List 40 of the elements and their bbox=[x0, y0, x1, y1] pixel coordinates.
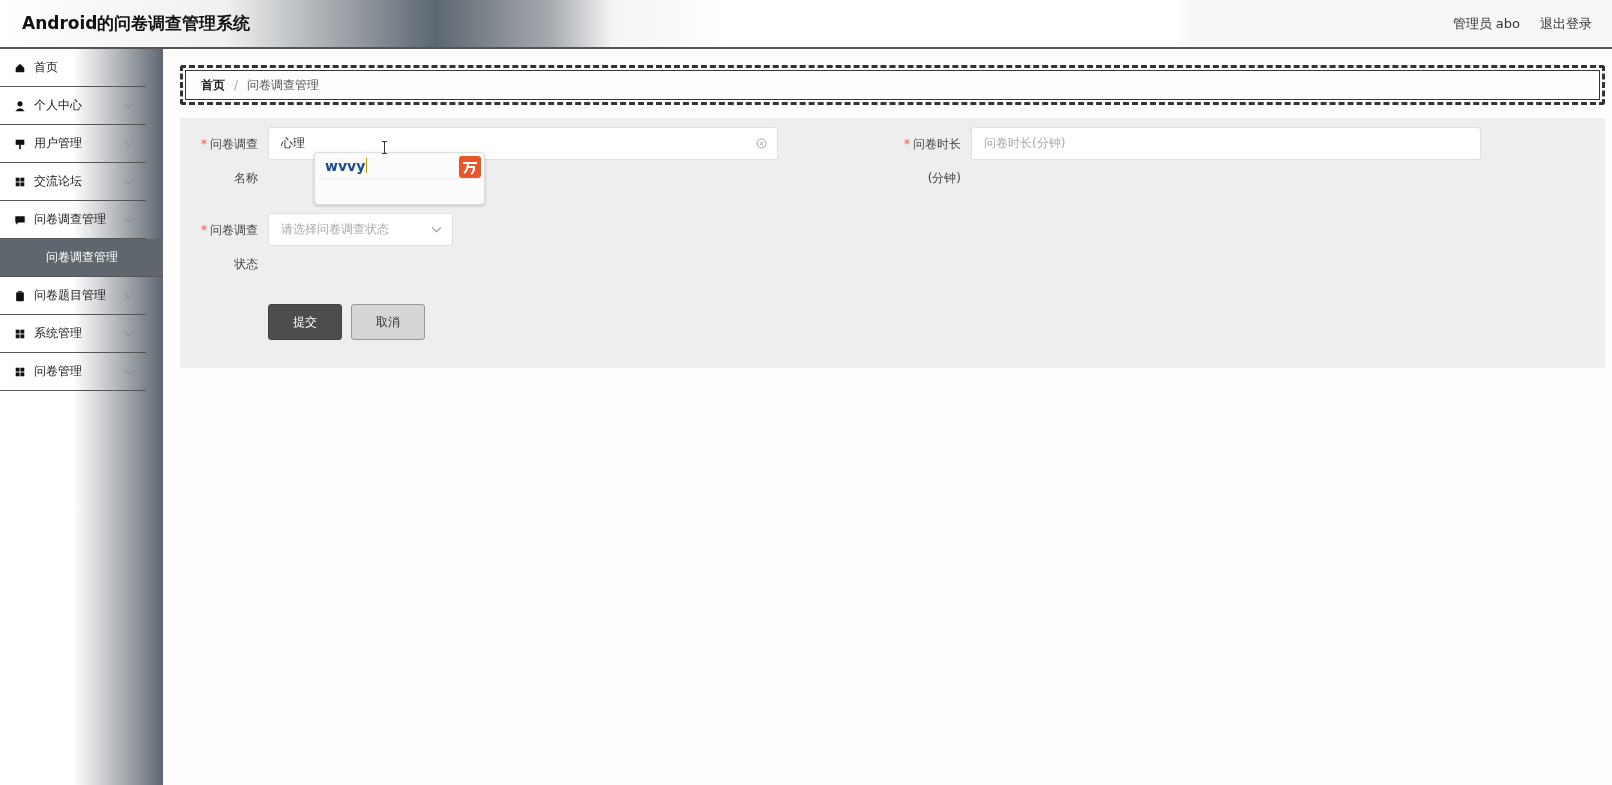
chevron-down-icon bbox=[124, 140, 134, 147]
chevron-down-icon bbox=[124, 330, 134, 337]
chevron-down-icon bbox=[124, 178, 134, 185]
menu-item[interactable]: 问卷题目管理 bbox=[0, 277, 146, 315]
text-input-field[interactable]: 心理 bbox=[268, 127, 778, 160]
menu-item[interactable]: 交流论坛 bbox=[0, 163, 146, 201]
grid-icon bbox=[14, 175, 26, 188]
field-label: * 问卷调查名称 bbox=[200, 136, 258, 187]
user-icon bbox=[14, 99, 26, 112]
ime-logo-icon bbox=[459, 156, 481, 178]
chevron-down-icon bbox=[124, 292, 134, 299]
breadcrumb-separator: / bbox=[234, 78, 239, 92]
breadcrumb-item: 问卷调查管理 bbox=[247, 76, 320, 94]
monitor-icon bbox=[14, 137, 26, 150]
clipboard-icon bbox=[14, 289, 26, 302]
menu-item[interactable]: 用户管理 bbox=[0, 125, 146, 163]
menu-item[interactable]: 问卷管理 bbox=[0, 353, 146, 391]
grid-icon bbox=[14, 327, 26, 340]
breadcrumb-item[interactable]: 首页 bbox=[201, 76, 225, 94]
logout-link[interactable]: 退出登录 bbox=[1540, 14, 1592, 33]
menu-item[interactable]: 系统管理 bbox=[0, 315, 146, 353]
home-icon bbox=[14, 61, 26, 74]
grid-icon bbox=[14, 365, 26, 378]
chevron-down-icon bbox=[431, 226, 442, 233]
field-label: * 问卷调查状态 bbox=[200, 222, 258, 273]
chat-icon bbox=[14, 213, 26, 226]
clear-icon[interactable] bbox=[756, 138, 767, 149]
user-name: 管理员 abo bbox=[1452, 14, 1520, 33]
chevron-down-icon bbox=[124, 368, 134, 375]
cancel-button[interactable]: 取消 bbox=[351, 304, 425, 340]
submenu-item[interactable]: 问卷调查管理 bbox=[0, 239, 163, 277]
menu-item[interactable]: 个人中心 bbox=[0, 87, 146, 125]
submit-button[interactable]: 提交 bbox=[268, 304, 342, 340]
field-label: * 问卷时长(分钟) bbox=[903, 136, 961, 187]
chevron-down-icon bbox=[124, 216, 134, 223]
chevron-down-icon bbox=[124, 102, 134, 109]
app-title: Android的问卷调查管理系统 bbox=[22, 12, 251, 35]
text-cursor-icon bbox=[381, 141, 388, 154]
menu-item[interactable]: 首页 bbox=[0, 49, 146, 87]
ime-composition-text: wvvy bbox=[325, 157, 366, 174]
